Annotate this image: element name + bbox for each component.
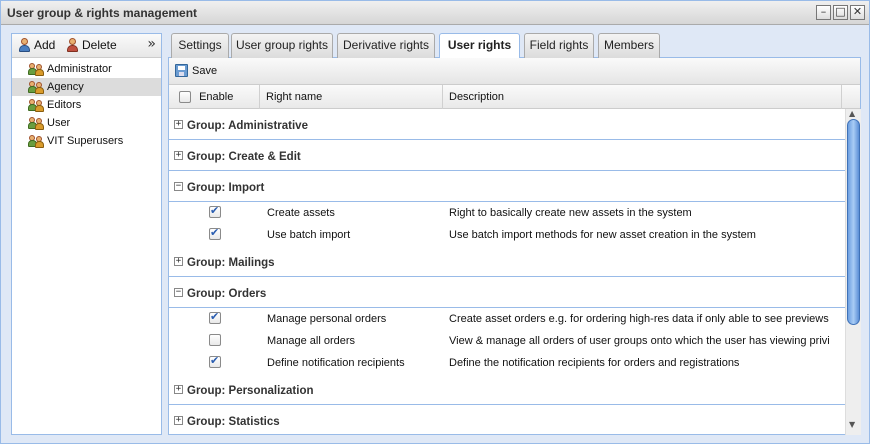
group-row[interactable]: + Group: Mailings <box>169 246 845 277</box>
right-description: Define the notification recipients for o… <box>449 357 740 369</box>
right-row: Use batch import Use batch import methods… <box>169 224 845 246</box>
enable-column-header[interactable]: Enable <box>169 85 260 109</box>
user-group-label: Administrator <box>47 63 112 75</box>
user-group-icon <box>28 134 44 148</box>
header-spacer <box>842 85 861 109</box>
close-icon[interactable]: ✕ <box>850 5 865 20</box>
user-group-item[interactable]: Administrator <box>12 60 161 78</box>
collapse-icon[interactable]: − <box>174 288 183 297</box>
add-group-label: Add <box>34 38 56 52</box>
scroll-up-icon[interactable]: ▲ <box>849 109 855 118</box>
expand-icon[interactable]: + <box>174 120 183 129</box>
delete-group-label: Delete <box>82 38 117 52</box>
user-group-label: VIT Superusers <box>47 135 124 147</box>
user-rights-tab-panel: Save Enable Right name Description + Grou… <box>168 58 861 435</box>
group-row[interactable]: + Group: Statistics <box>169 405 845 435</box>
enable-right-checkbox[interactable] <box>209 204 221 219</box>
group-title: Group: Create & Edit <box>187 151 301 163</box>
add-group-button[interactable]: Add <box>17 38 55 52</box>
user-group-toolbar: Add Delete » <box>12 34 161 58</box>
group-row[interactable]: + Group: Administrative <box>169 109 845 140</box>
user-group-panel: Add Delete » Administrator Agency Editors U… <box>11 33 162 435</box>
maximize-icon[interactable]: □ <box>833 5 848 20</box>
expand-icon[interactable]: + <box>174 151 183 160</box>
enable-right-checkbox[interactable] <box>209 354 221 369</box>
right-name-column-header[interactable]: Right name <box>260 85 443 109</box>
tab-strip: Settings User group rights Derivative righ… <box>168 29 861 59</box>
window-titlebar: User group & rights management – □ ✕ <box>1 1 869 25</box>
group-row[interactable]: + Group: Create & Edit <box>169 140 845 171</box>
group-row[interactable]: + Group: Personalization <box>169 374 845 405</box>
right-description: Right to basically create new assets in … <box>449 207 692 219</box>
tab-user-rights[interactable]: User rights <box>439 33 520 59</box>
rights-grid-header: Enable Right name Description <box>169 85 860 109</box>
right-row: Create assets Right to basically create n… <box>169 202 845 224</box>
expand-icon[interactable]: + <box>174 385 183 394</box>
group-row[interactable]: − Group: Orders <box>169 277 845 308</box>
save-label: Save <box>192 64 218 77</box>
enable-all-checkbox[interactable] <box>179 91 191 104</box>
save-disk-icon <box>175 64 188 77</box>
enable-header-label: Enable <box>199 91 234 103</box>
group-title: Group: Orders <box>187 288 267 300</box>
user-group-label: Agency <box>47 81 84 93</box>
delete-group-button[interactable]: Delete <box>65 38 117 52</box>
group-title: Group: Statistics <box>187 416 280 428</box>
user-group-item[interactable]: User <box>12 114 161 132</box>
collapse-icon[interactable]: − <box>174 182 183 191</box>
grid-scrollbar[interactable]: ▲ ▼ <box>845 109 861 435</box>
tab-settings[interactable]: Settings <box>171 33 229 58</box>
enable-right-checkbox[interactable] <box>209 226 221 241</box>
rights-management-window: User group & rights management – □ ✕ Add… <box>0 0 870 444</box>
right-name: Use batch import <box>267 229 351 241</box>
minimize-icon[interactable]: – <box>816 5 831 20</box>
enable-right-checkbox[interactable] <box>209 334 221 347</box>
group-title: Group: Mailings <box>187 257 275 269</box>
delete-user-icon <box>65 38 79 52</box>
user-group-item[interactable]: Agency <box>12 78 161 96</box>
right-description: Create asset orders e.g. for ordering hi… <box>449 313 829 325</box>
right-name: Manage all orders <box>267 335 356 347</box>
right-description: View & manage all orders of user groups … <box>449 335 830 347</box>
user-group-item[interactable]: VIT Superusers <box>12 132 161 150</box>
collapse-panel-icon[interactable]: » <box>147 36 156 52</box>
tab-user-group-rights[interactable]: User group rights <box>231 33 333 58</box>
user-group-icon <box>28 98 44 112</box>
scroll-down-icon[interactable]: ▼ <box>849 420 855 429</box>
user-group-icon <box>28 80 44 94</box>
save-button[interactable]: Save <box>175 64 217 77</box>
group-title: Group: Personalization <box>187 385 314 397</box>
user-group-label: User <box>47 117 71 129</box>
user-group-icon <box>28 62 44 76</box>
rights-toolbar: Save <box>169 58 860 85</box>
expand-icon[interactable]: + <box>174 416 183 425</box>
group-title: Group: Import <box>187 182 265 194</box>
user-group-label: Editors <box>47 99 82 111</box>
right-name: Define notification recipients <box>267 357 405 369</box>
right-row: Manage personal orders Create asset order… <box>169 308 845 330</box>
right-name: Manage personal orders <box>267 313 387 325</box>
group-title: Group: Administrative <box>187 120 308 132</box>
tab-members[interactable]: Members <box>598 33 660 58</box>
user-group-tree: Administrator Agency Editors User VIT Superu… <box>12 58 161 150</box>
add-user-icon <box>17 38 31 52</box>
group-row[interactable]: − Group: Import <box>169 171 845 202</box>
tab-field-rights[interactable]: Field rights <box>524 33 594 58</box>
expand-icon[interactable]: + <box>174 257 183 266</box>
user-group-item[interactable]: Editors <box>12 96 161 114</box>
right-row: Manage all orders View & manage all order… <box>169 330 845 352</box>
right-row: Define notification recipients Define the… <box>169 352 845 374</box>
window-title: User group & rights management <box>7 6 198 20</box>
tab-derivative-rights[interactable]: Derivative rights <box>337 33 435 58</box>
rights-grid-body: + Group: Administrative + Group: Create & E… <box>169 109 845 435</box>
scrollbar-thumb[interactable] <box>847 119 860 325</box>
right-name: Create assets <box>267 207 335 219</box>
user-group-icon <box>28 116 44 130</box>
enable-right-checkbox[interactable] <box>209 310 221 325</box>
description-column-header[interactable]: Description <box>443 85 842 109</box>
rights-panel: Settings User group rights Derivative righ… <box>168 29 861 435</box>
right-description: Use batch import methods for new asset c… <box>449 229 756 241</box>
